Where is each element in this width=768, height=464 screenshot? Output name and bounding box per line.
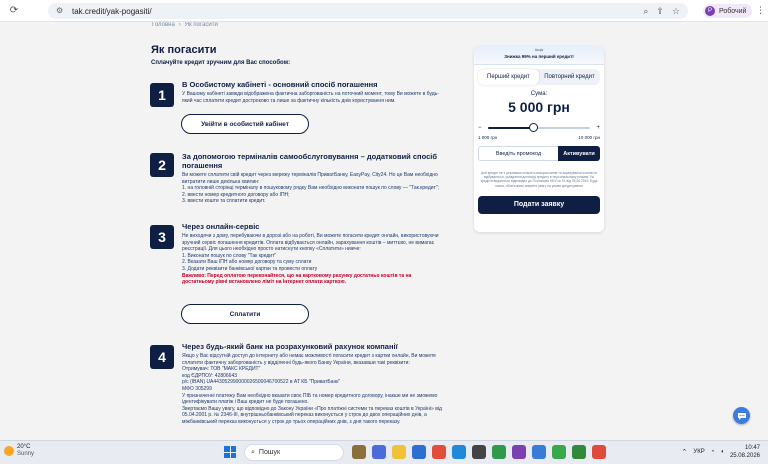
- loan-calculator: Акція Знижка 99% на перший кредит! Перши…: [474, 46, 604, 232]
- app-icon[interactable]: [412, 445, 426, 459]
- step-title: Через онлайн-сервіс: [182, 222, 260, 231]
- promo-banner[interactable]: Акція Знижка 99% на перший кредит!: [474, 46, 604, 65]
- clock-time: 10:47: [744, 445, 760, 451]
- pay-button[interactable]: Сплатити: [181, 304, 309, 324]
- slider-range: 1 000 грн 10 000 грн: [478, 135, 600, 140]
- step-title: За допомогою терміналів самообслуговуван…: [182, 152, 437, 170]
- clock-date: 25.08.2026: [729, 453, 760, 459]
- slider-handle[interactable]: [529, 123, 539, 132]
- step-number: 3: [150, 225, 174, 249]
- banner-title: Знижка 99% на перший кредит!: [504, 54, 574, 59]
- tab-repeat-loan[interactable]: Повторний кредит: [539, 69, 600, 85]
- step-number: 2: [150, 153, 174, 177]
- url-text: tak.credit/yak-pogasiti/: [72, 6, 152, 16]
- app-icon[interactable]: [492, 445, 506, 459]
- warning-text: Важливо: Перед оплатою переконайтеся, що…: [182, 272, 412, 279]
- page-title: Як погасити: [151, 44, 217, 56]
- tab-first-loan[interactable]: Перший кредит: [478, 69, 539, 85]
- step-text: У Вашому кабінеті завжди відображена фак…: [182, 91, 439, 104]
- step-text: Ви можете сплатити свій кредит через мер…: [182, 172, 439, 205]
- taskbar-search[interactable]: ⌕ Пошук: [244, 444, 344, 461]
- zoom-icon[interactable]: ⌕: [643, 6, 648, 17]
- sun-icon: [4, 446, 14, 456]
- windows-taskbar: 20°C Sunny ⌕ Пошук ⌃ УКР ◔ ◖ 10:47 25.08…: [0, 440, 768, 464]
- promo-code-row: Введіть промокод Активувати: [478, 146, 600, 161]
- activate-promo-button[interactable]: Активувати: [558, 146, 600, 161]
- volume-icon[interactable]: ◖: [720, 449, 724, 455]
- slider-max-label: 10 000 грн: [578, 135, 600, 140]
- step-number: 1: [150, 83, 174, 107]
- system-tray: ⌃ УКР ◔ ◖ 10:47 25.08.2026: [682, 444, 760, 460]
- app-icon[interactable]: [352, 445, 366, 459]
- pinned-apps: [352, 445, 606, 459]
- breadcrumb-current: Як погасити: [184, 22, 218, 28]
- sum-value: 5 000 грн: [508, 99, 570, 115]
- weather-widget[interactable]: 20°C Sunny: [4, 444, 34, 458]
- app-icon[interactable]: [472, 445, 486, 459]
- app-icon[interactable]: [512, 445, 526, 459]
- breadcrumb-home[interactable]: Головна: [152, 22, 175, 28]
- breadcrumb: Головна › Як погасити: [152, 22, 218, 28]
- edge-icon[interactable]: [452, 445, 466, 459]
- chat-icon: [737, 412, 746, 420]
- app-icon[interactable]: [372, 445, 386, 459]
- app-icon[interactable]: [552, 445, 566, 459]
- step-number: 4: [150, 345, 174, 369]
- avatar: Р: [705, 6, 715, 16]
- promo-code-input[interactable]: Введіть промокод: [478, 146, 558, 161]
- browser-toolbar: ⟳ ⚙ tak.credit/yak-pogasiti/ ⌕ ⇪ ☆ Р Роб…: [0, 0, 768, 22]
- loan-type-tabs: Перший кредит Повторний кредит: [478, 69, 600, 85]
- sum-label: Сума:: [530, 91, 548, 97]
- submit-application-button[interactable]: Подати заявку: [478, 195, 600, 214]
- wifi-icon[interactable]: ◔: [711, 449, 715, 455]
- address-bar[interactable]: ⚙ tak.credit/yak-pogasiti/ ⌕ ⇪ ☆: [48, 3, 688, 19]
- slider-fill: [488, 127, 534, 129]
- chrome-icon[interactable]: [592, 445, 606, 459]
- bookmark-star-icon[interactable]: ☆: [672, 6, 680, 17]
- weather-condition: Sunny: [17, 451, 35, 457]
- input-language[interactable]: УКР: [693, 449, 704, 455]
- warning-text: достатньому рівні встановлено ліміт на І…: [182, 279, 346, 286]
- share-icon[interactable]: ⇪: [656, 6, 664, 17]
- plus-icon[interactable]: +: [596, 125, 600, 131]
- search-placeholder: Пошук: [258, 449, 281, 456]
- browser-menu-icon[interactable]: ⋮: [756, 5, 765, 16]
- windows-start-icon[interactable]: [224, 446, 236, 458]
- profile-name: Робочий: [719, 7, 747, 15]
- app-icon[interactable]: [532, 445, 546, 459]
- amount-slider[interactable]: − +: [478, 123, 600, 133]
- chevron-up-icon[interactable]: ⌃: [682, 448, 688, 456]
- site-info-icon[interactable]: ⚙: [56, 6, 66, 16]
- profile-button[interactable]: Р Робочий: [703, 4, 753, 18]
- chat-button[interactable]: [733, 407, 750, 424]
- folder-icon[interactable]: [392, 445, 406, 459]
- app-icon[interactable]: [572, 445, 586, 459]
- step-text: Не виходячи з дому, перебуваючи в дорозі…: [182, 233, 462, 286]
- app-icon[interactable]: [432, 445, 446, 459]
- step-text: Якщо у Вас відсутній доступ до інтернету…: [182, 353, 442, 425]
- minus-icon[interactable]: −: [478, 125, 482, 131]
- page-subtitle: Сплачуйте кредит зручним для Вас способо…: [151, 60, 291, 66]
- search-icon: ⌕: [251, 448, 255, 456]
- clock[interactable]: 10:47 25.08.2026: [730, 444, 760, 460]
- banner-label: Акція: [534, 48, 544, 52]
- slider-min-label: 1 000 грн: [478, 135, 498, 140]
- page-content: Головна › Як погасити Як погасити Сплачуйт…: [0, 22, 768, 440]
- step-title: Через будь-який банк на розрахунковий ра…: [182, 342, 398, 351]
- weather-temp: 20°C: [17, 444, 31, 450]
- disclaimer-text: Цей кредит не є рекламою,кількість викор…: [480, 171, 598, 188]
- cabinet-login-button[interactable]: Увійти в особистий кабінет: [181, 114, 309, 134]
- step-title: В Особистому кабінеті - основний спосіб …: [182, 80, 378, 89]
- reload-icon[interactable]: ⟳: [6, 3, 22, 19]
